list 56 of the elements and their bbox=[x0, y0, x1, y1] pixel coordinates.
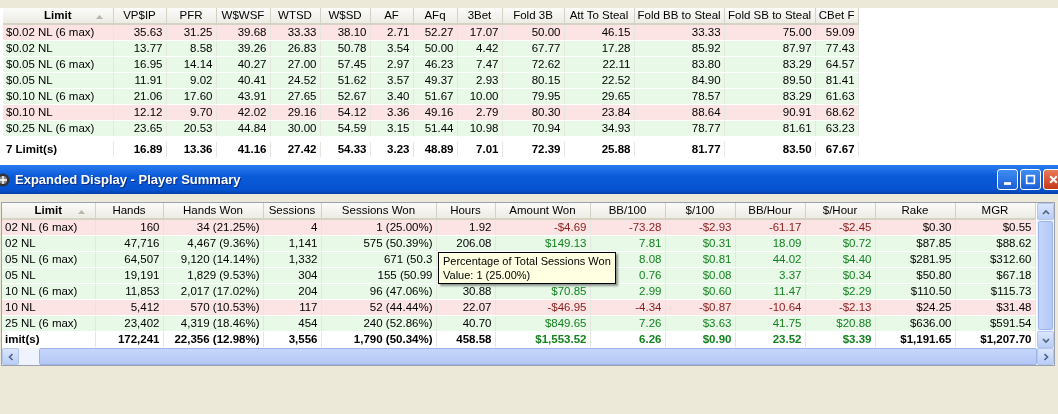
column-header[interactable]: BB/Hour bbox=[735, 203, 805, 219]
column-header[interactable]: Hands bbox=[95, 203, 163, 219]
column-header[interactable]: Fold 3B bbox=[502, 8, 564, 24]
column-header[interactable]: 3Bet bbox=[457, 8, 502, 24]
maximize-icon bbox=[1025, 174, 1036, 185]
minimize-icon bbox=[1004, 182, 1011, 185]
tooltip-value: Value: 1 (25.00%) bbox=[443, 268, 532, 282]
column-header[interactable]: $/100 bbox=[665, 203, 735, 219]
column-header[interactable]: WTSD bbox=[270, 8, 320, 24]
column-header[interactable]: Fold BB to Steal bbox=[634, 8, 725, 24]
table-cell: 16.89 bbox=[113, 142, 166, 158]
column-header[interactable]: Sessions bbox=[263, 203, 321, 219]
column-header[interactable]: Att To Steal bbox=[564, 8, 634, 24]
column-header[interactable]: Amount Won bbox=[495, 203, 590, 219]
horizontal-scrollbar[interactable] bbox=[2, 348, 1054, 365]
column-header[interactable]: W$WSF bbox=[216, 8, 270, 24]
column-header[interactable]: AF bbox=[370, 8, 413, 24]
minimize-button[interactable] bbox=[997, 169, 1018, 190]
table-cell: 67.67 bbox=[815, 142, 859, 158]
table-cell: 54.33 bbox=[320, 142, 370, 158]
vertical-scrollbar[interactable] bbox=[1037, 203, 1054, 348]
table-cell: 25.88 bbox=[564, 142, 634, 158]
column-header[interactable]: W$SD bbox=[320, 8, 370, 24]
column-header[interactable]: Sessions Won bbox=[321, 203, 436, 219]
column-header[interactable]: PFR bbox=[166, 8, 216, 24]
scroll-left-button[interactable] bbox=[2, 348, 19, 365]
scroll-down-button[interactable] bbox=[1037, 331, 1054, 348]
column-header[interactable]: AFq bbox=[413, 8, 457, 24]
column-header[interactable]: Limit bbox=[2, 203, 95, 219]
table-cell: 7 Limit(s) bbox=[3, 142, 113, 158]
scroll-up-button[interactable] bbox=[1037, 203, 1054, 220]
column-header[interactable]: Hours bbox=[436, 203, 495, 219]
table-cell: 7.01 bbox=[457, 142, 502, 158]
column-header[interactable]: BB/100 bbox=[590, 203, 665, 219]
table-cell: 72.39 bbox=[502, 142, 564, 158]
table-cell: 83.50 bbox=[724, 142, 816, 158]
column-header[interactable]: Hands Won bbox=[163, 203, 263, 219]
column-header[interactable]: VP$IP bbox=[113, 8, 166, 24]
column-header[interactable]: Fold SB to Steal bbox=[724, 8, 816, 24]
table-cell: 81.77 bbox=[634, 142, 725, 158]
column-header[interactable]: CBet F bbox=[815, 8, 859, 24]
close-icon bbox=[1048, 174, 1058, 185]
table-cell: 41.16 bbox=[216, 142, 270, 158]
table-cell: 3.23 bbox=[370, 142, 413, 158]
app-icon bbox=[0, 172, 10, 187]
table-cell: 48.89 bbox=[413, 142, 457, 158]
table-cell: 27.42 bbox=[270, 142, 320, 158]
column-header[interactable]: Limit bbox=[3, 8, 113, 24]
close-button[interactable] bbox=[1043, 169, 1058, 190]
column-header[interactable]: MGR bbox=[955, 203, 1035, 219]
column-header[interactable]: $/Hour bbox=[805, 203, 875, 219]
column-header[interactable]: Rake bbox=[875, 203, 955, 219]
window-title: Expanded Display - Player Summary bbox=[15, 172, 242, 187]
scroll-right-button[interactable] bbox=[1037, 348, 1054, 365]
maximize-button[interactable] bbox=[1020, 169, 1041, 190]
table-cell: 13.36 bbox=[166, 142, 216, 158]
